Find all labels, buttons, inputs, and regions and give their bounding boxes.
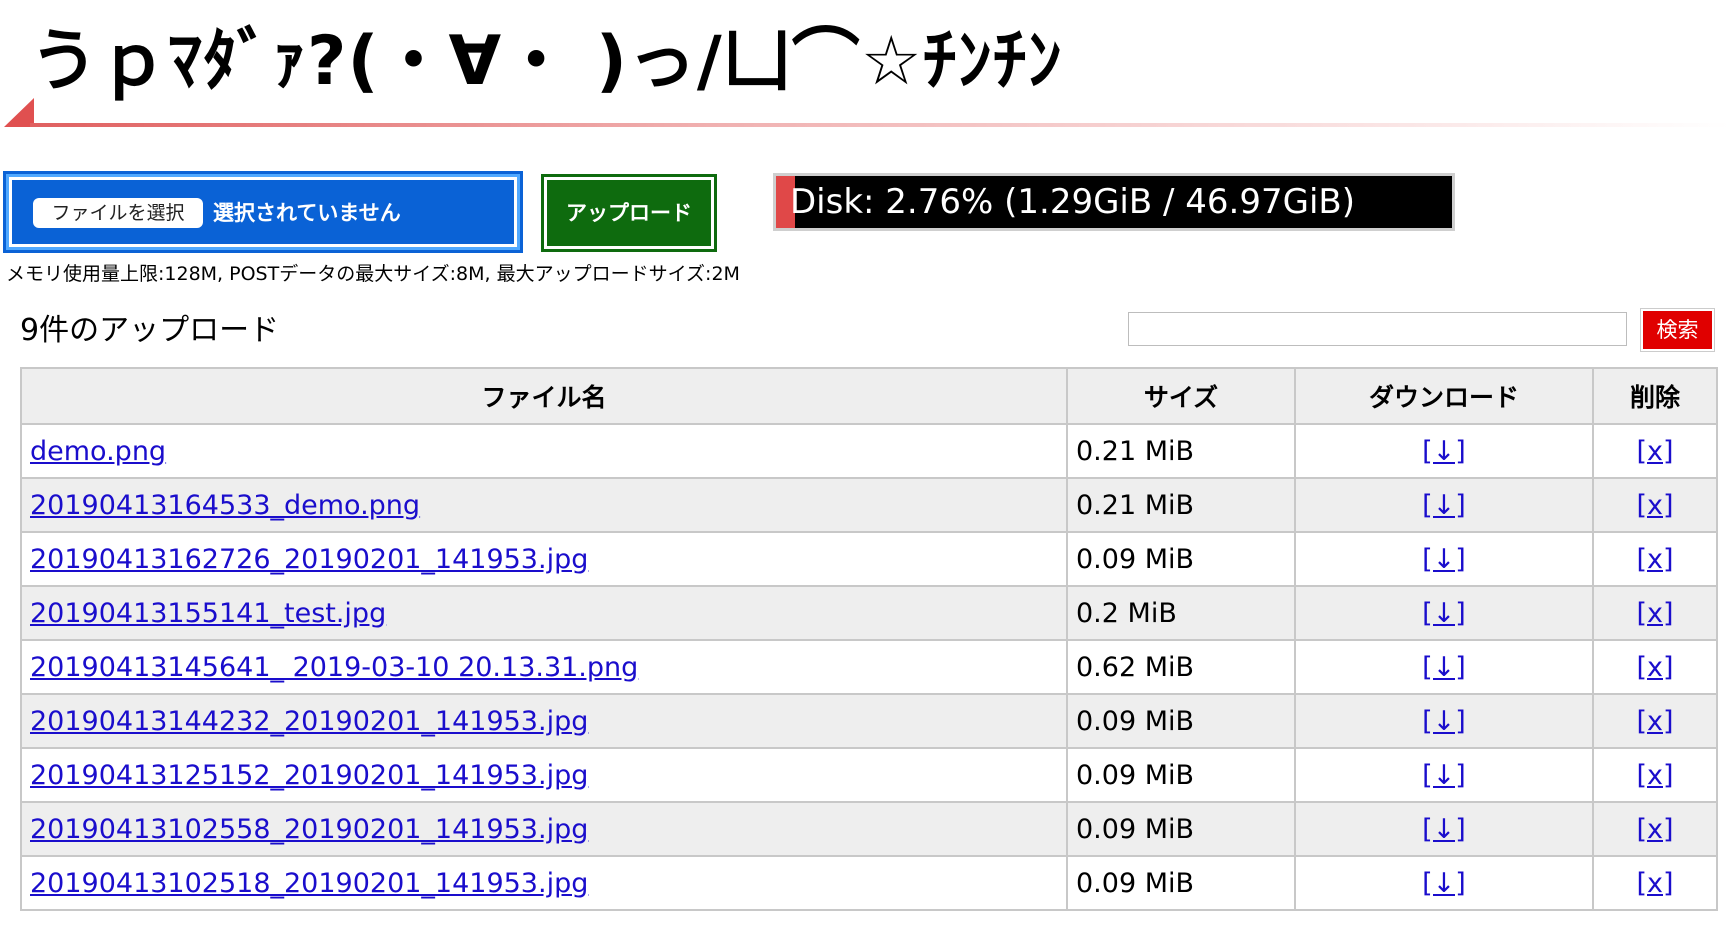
uploader-page: うｐﾏﾀﾞｧ?(・∀・ )っ/凵⌒☆ﾁﾝﾁﾝ ファイルを選択 選択されていません… <box>0 0 1736 946</box>
delete-link[interactable]: [x] <box>1636 490 1673 521</box>
table-row: 20190413102518_20190201_141953.jpg 0.09 … <box>20 855 1718 911</box>
file-name-link[interactable]: 20190413102558_20190201_141953.jpg <box>30 814 588 845</box>
table-row: 20190413162726_20190201_141953.jpg 0.09 … <box>20 531 1718 587</box>
file-name-cell: 20190413164533_demo.png <box>20 477 1068 533</box>
download-link[interactable]: [↓] <box>1422 598 1466 629</box>
delete-link[interactable]: [x] <box>1636 436 1673 467</box>
page-title: うｐﾏﾀﾞｧ?(・∀・ )っ/凵⌒☆ﾁﾝﾁﾝ <box>30 22 1063 101</box>
file-size-cell: 0.2 MiB <box>1066 585 1296 641</box>
file-name-cell: 20190413155141_test.jpg <box>20 585 1068 641</box>
file-name-link[interactable]: 20190413144232_20190201_141953.jpg <box>30 706 588 737</box>
delete-cell: [x] <box>1592 531 1718 587</box>
file-size-cell: 0.09 MiB <box>1066 531 1296 587</box>
download-cell: [↓] <box>1294 423 1594 479</box>
file-name-link[interactable]: 20190413155141_test.jpg <box>30 598 386 629</box>
delete-cell: [x] <box>1592 639 1718 695</box>
download-link[interactable]: [↓] <box>1422 490 1466 521</box>
upload-count: 9件のアップロード <box>20 313 280 348</box>
column-header-delete: 削除 <box>1592 367 1718 425</box>
download-link[interactable]: [↓] <box>1422 868 1466 899</box>
page-header: うｐﾏﾀﾞｧ?(・∀・ )っ/凵⌒☆ﾁﾝﾁﾝ <box>0 0 1736 135</box>
file-table: ファイル名 サイズ ダウンロード 削除 demo.png 0.21 MiB [↓… <box>20 367 1718 911</box>
download-cell: [↓] <box>1294 531 1594 587</box>
delete-cell: [x] <box>1592 801 1718 857</box>
disk-usage-text: Disk: 2.76% (1.29GiB / 46.97GiB) <box>790 182 1355 222</box>
download-link[interactable]: [↓] <box>1422 814 1466 845</box>
table-row: demo.png 0.21 MiB [↓] [x] <box>20 423 1718 479</box>
delete-link[interactable]: [x] <box>1636 814 1673 845</box>
table-row: 20190413164533_demo.png 0.21 MiB [↓] [x] <box>20 477 1718 533</box>
file-size-cell: 0.09 MiB <box>1066 801 1296 857</box>
file-name-link[interactable]: 20190413164533_demo.png <box>30 490 420 521</box>
delete-cell: [x] <box>1592 747 1718 803</box>
delete-cell: [x] <box>1592 477 1718 533</box>
download-cell: [↓] <box>1294 639 1594 695</box>
file-size-cell: 0.09 MiB <box>1066 693 1296 749</box>
table-header-row: ファイル名 サイズ ダウンロード 削除 <box>20 367 1718 425</box>
file-name-link[interactable]: 20190413102518_20190201_141953.jpg <box>30 868 588 899</box>
download-link[interactable]: [↓] <box>1422 544 1466 575</box>
search-input[interactable] <box>1128 312 1627 346</box>
delete-link[interactable]: [x] <box>1636 544 1673 575</box>
file-name-cell: 20190413145641_ 2019-03-10 20.13.31.png <box>20 639 1068 695</box>
download-link[interactable]: [↓] <box>1422 436 1466 467</box>
upload-button[interactable]: アップロード <box>541 174 717 252</box>
download-cell: [↓] <box>1294 855 1594 911</box>
file-name-cell: 20190413144232_20190201_141953.jpg <box>20 693 1068 749</box>
choose-file-button[interactable]: ファイルを選択 <box>33 198 203 228</box>
table-row: 20190413102558_20190201_141953.jpg 0.09 … <box>20 801 1718 857</box>
file-name-cell: 20190413125152_20190201_141953.jpg <box>20 747 1068 803</box>
file-name-link[interactable]: demo.png <box>30 436 166 467</box>
file-name-cell: 20190413102518_20190201_141953.jpg <box>20 855 1068 911</box>
disk-usage-meter: Disk: 2.76% (1.29GiB / 46.97GiB) <box>773 173 1455 231</box>
table-row: 20190413155141_test.jpg 0.2 MiB [↓] [x] <box>20 585 1718 641</box>
download-cell: [↓] <box>1294 477 1594 533</box>
search-button[interactable]: 検索 <box>1640 308 1715 352</box>
download-link[interactable]: [↓] <box>1422 760 1466 791</box>
file-name-link[interactable]: 20190413162726_20190201_141953.jpg <box>30 544 588 575</box>
file-size-cell: 0.21 MiB <box>1066 477 1296 533</box>
delete-cell: [x] <box>1592 693 1718 749</box>
file-size-cell: 0.09 MiB <box>1066 855 1296 911</box>
column-header-size: サイズ <box>1066 367 1296 425</box>
upload-limits-text: メモリ使用量上限:128M, POSTデータの最大サイズ:8M, 最大アップロー… <box>6 263 740 285</box>
file-input[interactable]: ファイルを選択 選択されていません <box>3 171 523 253</box>
delete-link[interactable]: [x] <box>1636 868 1673 899</box>
file-name-link[interactable]: 20190413125152_20190201_141953.jpg <box>30 760 588 791</box>
header-underline <box>30 123 1730 127</box>
file-name-cell: demo.png <box>20 423 1068 479</box>
download-link[interactable]: [↓] <box>1422 652 1466 683</box>
table-row: 20190413144232_20190201_141953.jpg 0.09 … <box>20 693 1718 749</box>
file-size-cell: 0.21 MiB <box>1066 423 1296 479</box>
download-cell: [↓] <box>1294 585 1594 641</box>
delete-link[interactable]: [x] <box>1636 652 1673 683</box>
column-header-name: ファイル名 <box>20 367 1068 425</box>
delete-cell: [x] <box>1592 423 1718 479</box>
download-cell: [↓] <box>1294 801 1594 857</box>
download-cell: [↓] <box>1294 693 1594 749</box>
download-cell: [↓] <box>1294 747 1594 803</box>
file-name-cell: 20190413162726_20190201_141953.jpg <box>20 531 1068 587</box>
file-size-cell: 0.09 MiB <box>1066 747 1296 803</box>
delete-link[interactable]: [x] <box>1636 706 1673 737</box>
delete-link[interactable]: [x] <box>1636 760 1673 791</box>
delete-cell: [x] <box>1592 585 1718 641</box>
table-row: 20190413145641_ 2019-03-10 20.13.31.png … <box>20 639 1718 695</box>
file-name-link[interactable]: 20190413145641_ 2019-03-10 20.13.31.png <box>30 652 638 683</box>
file-size-cell: 0.62 MiB <box>1066 639 1296 695</box>
file-status-text: 選択されていません <box>213 201 401 225</box>
column-header-download: ダウンロード <box>1294 367 1594 425</box>
delete-link[interactable]: [x] <box>1636 598 1673 629</box>
table-row: 20190413125152_20190201_141953.jpg 0.09 … <box>20 747 1718 803</box>
delete-cell: [x] <box>1592 855 1718 911</box>
download-link[interactable]: [↓] <box>1422 706 1466 737</box>
file-name-cell: 20190413102558_20190201_141953.jpg <box>20 801 1068 857</box>
